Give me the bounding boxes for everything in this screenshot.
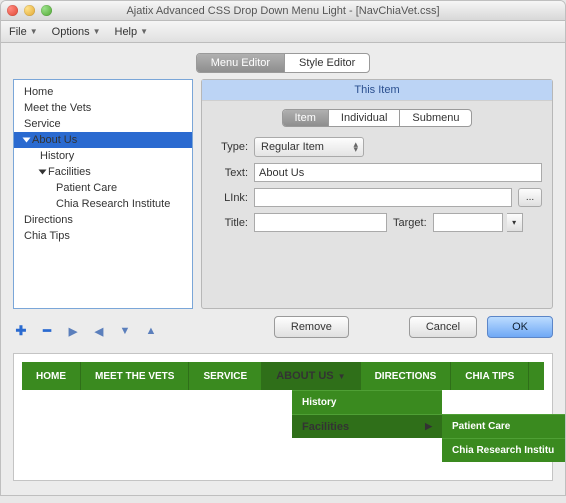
tree-item-about[interactable]: About Us (14, 132, 192, 148)
window-title: Ajatix Advanced CSS Drop Down Menu Light… (1, 5, 565, 17)
menubar: File▼ Options▼ Help▼ (1, 21, 565, 43)
preview-submenu: History Facilities▶ (292, 390, 442, 438)
tree-item-home[interactable]: Home (14, 84, 192, 100)
nav-meet[interactable]: MEET THE VETS (81, 362, 189, 390)
panel-header: This Item (202, 80, 552, 101)
menu-tree[interactable]: Home Meet the Vets Service About Us Hist… (13, 79, 193, 309)
properties-panel: This Item Item Individual Submenu Type: … (201, 79, 553, 309)
remove-item-icon[interactable]: ━ (39, 323, 55, 339)
move-down-icon[interactable]: ▼ (117, 323, 133, 339)
preview-navbar: HOME MEET THE VETS SERVICE ABOUT US▼ DIR… (22, 362, 544, 390)
remove-button[interactable]: Remove (274, 316, 349, 338)
nav-home[interactable]: HOME (22, 362, 81, 390)
tab-menu-editor[interactable]: Menu Editor (197, 54, 285, 72)
label-type: Type: (212, 141, 248, 153)
sub-facilities[interactable]: Facilities▶ (292, 414, 442, 438)
app-window: Ajatix Advanced CSS Drop Down Menu Light… (0, 0, 566, 496)
move-left-icon[interactable]: ◀ (91, 323, 107, 339)
title-input[interactable] (254, 213, 387, 232)
chevron-right-icon: ▶ (425, 421, 432, 432)
menu-help[interactable]: Help▼ (115, 26, 149, 38)
sub2-research[interactable]: Chia Research Institu (442, 438, 566, 462)
tree-item-meet[interactable]: Meet the Vets (14, 100, 192, 116)
tree-item-service[interactable]: Service (14, 116, 192, 132)
disclosure-icon (39, 170, 47, 175)
nav-about[interactable]: ABOUT US▼ (262, 362, 360, 390)
text-input[interactable] (254, 163, 542, 182)
target-dropdown-button[interactable]: ▾ (507, 213, 523, 232)
ok-button[interactable]: OK (487, 316, 553, 338)
tree-toolbar: ✚ ━ ▶ ◀ ▼ ▲ (13, 323, 159, 339)
type-select[interactable]: Regular Item ▴▾ (254, 137, 364, 157)
tree-item-history[interactable]: History (14, 148, 192, 164)
link-input[interactable] (254, 188, 512, 207)
menu-file[interactable]: File▼ (9, 26, 38, 38)
menu-preview: HOME MEET THE VETS SERVICE ABOUT US▼ DIR… (13, 353, 553, 481)
nav-service[interactable]: SERVICE (189, 362, 262, 390)
label-target: Target: (393, 217, 427, 229)
tree-item-research[interactable]: Chia Research Institute (14, 196, 192, 212)
subtab-individual[interactable]: Individual (329, 110, 400, 126)
tree-item-patient[interactable]: Patient Care (14, 180, 192, 196)
tree-item-directions[interactable]: Directions (14, 212, 192, 228)
tree-item-tips[interactable]: Chia Tips (14, 228, 192, 244)
panel-subtabs: Item Individual Submenu (202, 109, 552, 127)
nav-directions[interactable]: DIRECTIONS (361, 362, 452, 390)
nav-tips[interactable]: CHIA TIPS (451, 362, 529, 390)
sub2-patient[interactable]: Patient Care (442, 414, 566, 438)
add-item-icon[interactable]: ✚ (13, 323, 29, 339)
sub-history[interactable]: History (292, 390, 442, 414)
disclosure-icon (23, 138, 31, 143)
move-right-icon[interactable]: ▶ (65, 323, 81, 339)
label-text: Text: (212, 167, 248, 179)
label-link: LInk: (212, 192, 248, 204)
tab-style-editor[interactable]: Style Editor (285, 54, 369, 72)
chevron-updown-icon: ▴▾ (353, 142, 358, 152)
browse-button[interactable]: ... (518, 188, 542, 207)
chevron-down-icon: ▼ (338, 372, 346, 381)
move-up-icon[interactable]: ▲ (143, 323, 159, 339)
label-title: Title: (212, 217, 248, 229)
subtab-submenu[interactable]: Submenu (400, 110, 471, 126)
menu-options[interactable]: Options▼ (52, 26, 101, 38)
cancel-button[interactable]: Cancel (409, 316, 477, 338)
target-input[interactable] (433, 213, 503, 232)
tree-item-facilities[interactable]: Facilities (14, 164, 192, 180)
subtab-item[interactable]: Item (283, 110, 329, 126)
titlebar: Ajatix Advanced CSS Drop Down Menu Light… (1, 1, 565, 21)
main-tabs: Menu Editor Style Editor (13, 53, 553, 73)
preview-submenu2: Patient Care Chia Research Institu (442, 414, 566, 462)
